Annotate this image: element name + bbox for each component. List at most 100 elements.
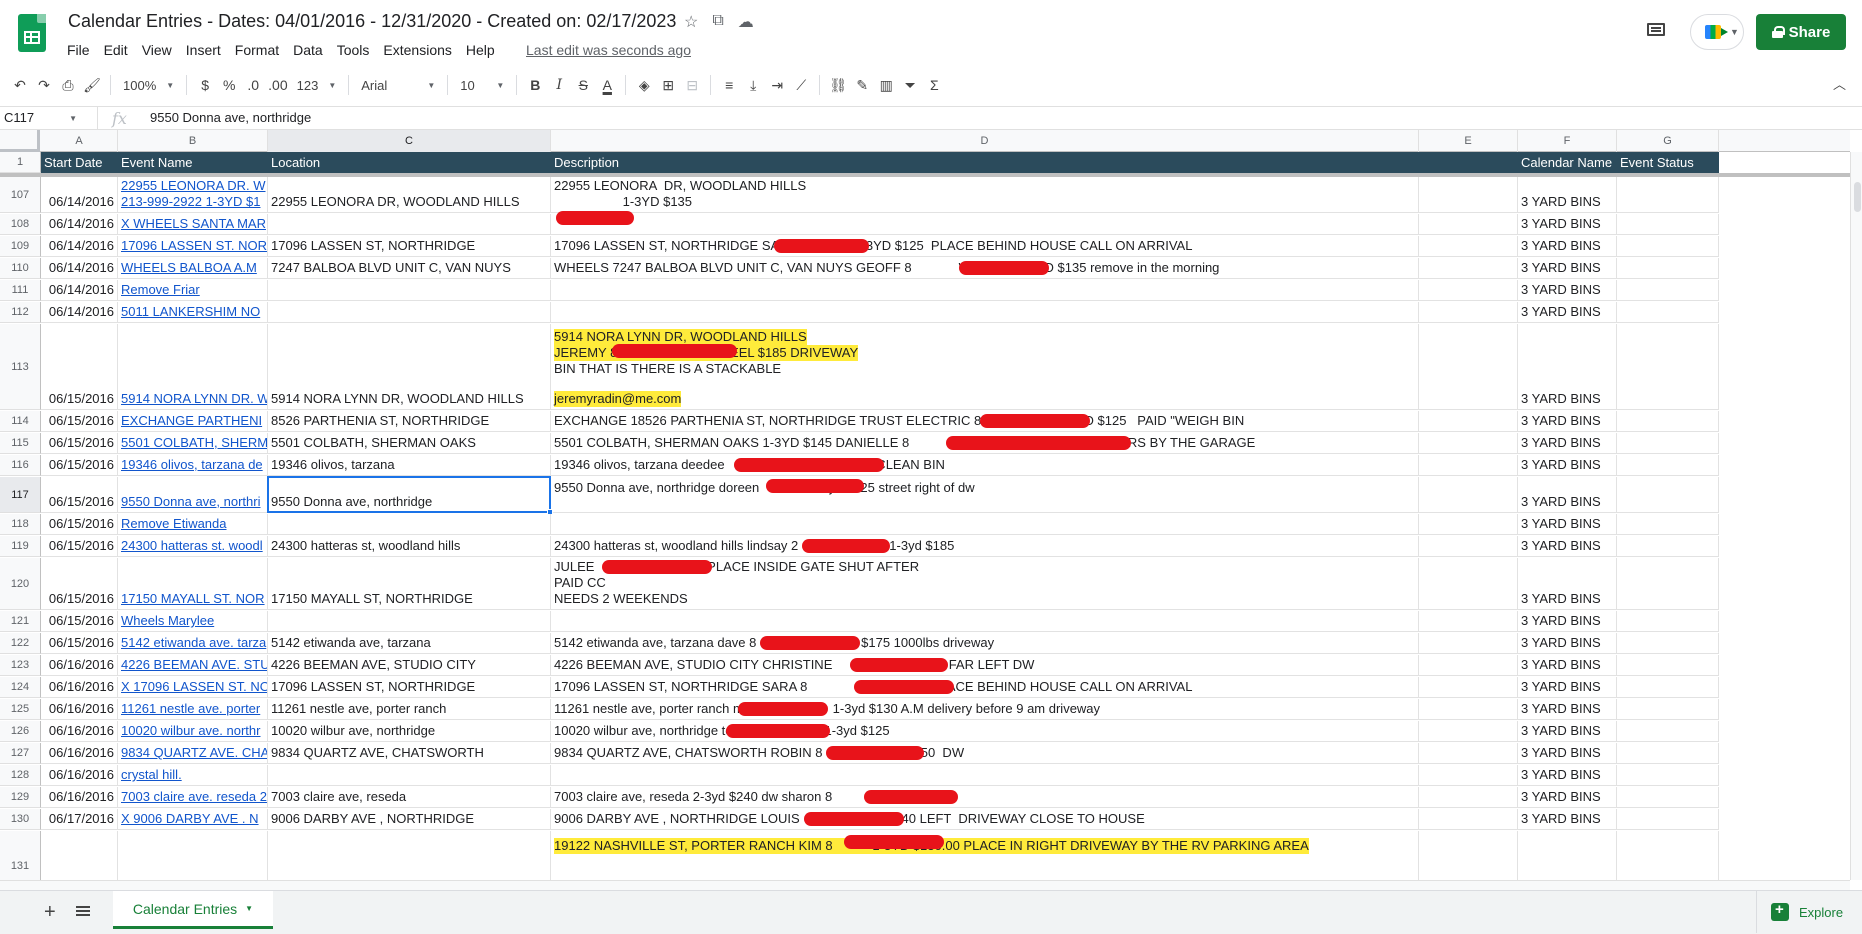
text-rotation-icon[interactable]: ⟋ [789, 73, 813, 97]
empty-cell[interactable] [1419, 765, 1518, 785]
event-status-cell[interactable] [1617, 699, 1719, 719]
empty-cell[interactable] [1419, 611, 1518, 631]
location-cell[interactable] [268, 302, 551, 322]
sheet-tab-calendar-entries[interactable]: Calendar Entries ▼ [113, 891, 273, 929]
event-status-cell[interactable] [1617, 765, 1719, 785]
event-name-cell[interactable]: 5914 NORA LYNN DR. W [118, 324, 268, 409]
calendar-name-cell[interactable]: 3 YARD BINS [1518, 699, 1617, 719]
increase-decimal-button[interactable]: .00 [265, 73, 290, 97]
event-name-cell[interactable]: 22955 LEONORA DR. W 213-999-2922 1-3YD $1 [118, 177, 268, 212]
percent-format-button[interactable]: % [217, 73, 241, 97]
location-cell[interactable]: 4226 BEEMAN AVE, STUDIO CITY [268, 655, 551, 675]
location-cell[interactable]: 17096 LASSEN ST, NORTHRIDGE [268, 677, 551, 697]
calendar-name-cell[interactable]: 3 YARD BINS [1518, 536, 1617, 556]
column-header-a[interactable]: A [41, 130, 118, 152]
event-status-cell[interactable] [1617, 831, 1719, 880]
description-cell[interactable]: 17096 LASSEN ST, NORTHRIDGE SARA 8 1-3YD… [551, 236, 1419, 256]
filter-icon[interactable]: ⏷ [898, 73, 922, 97]
description-cell[interactable]: 24300 hatteras st, woodland hills lindsa… [551, 536, 1419, 556]
description-cell[interactable]: 7003 claire ave, reseda 2-3yd $240 dw sh… [551, 787, 1419, 807]
functions-icon[interactable]: Σ [922, 73, 946, 97]
event-status-cell[interactable] [1617, 214, 1719, 234]
calendar-name-cell[interactable]: 3 YARD BINS [1518, 765, 1617, 785]
row-header[interactable]: 116 [0, 455, 41, 476]
row-header[interactable]: 131 [0, 831, 41, 880]
empty-cell[interactable] [1419, 477, 1518, 512]
event-link[interactable]: WHEELS BALBOA A.M [121, 260, 264, 276]
comment-history-button[interactable] [1642, 18, 1670, 44]
event-status-cell[interactable] [1617, 177, 1719, 212]
start-date-cell[interactable]: 06/17/2016 [41, 831, 118, 880]
row-header[interactable]: 124 [0, 677, 41, 698]
row-header[interactable]: 128 [0, 765, 41, 786]
text-wrapping-icon[interactable]: ⇥ [765, 73, 789, 97]
event-name-cell[interactable]: 7003 claire ave. reseda 2 [118, 787, 268, 807]
event-link[interactable]: 19346 olivos, tarzana de [121, 457, 264, 473]
event-name-cell[interactable]: 4226 BEEMAN AVE. STU [118, 655, 268, 675]
event-name-cell[interactable]: EXCHANGE PARTHENI [118, 411, 268, 431]
row-header[interactable]: 122 [0, 633, 41, 654]
currency-format-button[interactable]: $ [193, 73, 217, 97]
horizontal-scrollbar[interactable] [0, 880, 1850, 890]
number-format-select[interactable]: 123 ▼ [291, 73, 343, 97]
location-cell[interactable]: 7247 BALBOA BLVD UNIT C, VAN NUYS [268, 258, 551, 278]
description-cell[interactable] [551, 302, 1419, 322]
header-cell[interactable]: Event Status [1617, 152, 1719, 173]
empty-cell[interactable] [1419, 809, 1518, 829]
menu-format[interactable]: Format [228, 40, 286, 60]
share-button[interactable]: Share [1756, 14, 1846, 50]
bold-button[interactable]: B [523, 73, 547, 97]
zoom-select[interactable]: 100% ▼ [117, 73, 180, 97]
empty-cell[interactable] [1419, 743, 1518, 763]
explore-button[interactable]: Explore [1756, 891, 1862, 933]
empty-cell[interactable] [1419, 514, 1518, 534]
event-link[interactable]: 22955 LEONORA DR. W [121, 178, 266, 194]
vertical-align-icon[interactable]: ⤓ [741, 73, 765, 97]
event-link[interactable]: 5914 NORA LYNN DR. W [121, 391, 267, 407]
empty-cell[interactable] [1419, 787, 1518, 807]
undo-icon[interactable]: ↶ [8, 73, 32, 97]
event-status-cell[interactable] [1617, 302, 1719, 322]
location-cell[interactable]: 8526 PARTHENIA ST, NORTHRIDGE [268, 411, 551, 431]
event-name-cell[interactable]: X WHEELS SANTA MAR [118, 214, 268, 234]
location-cell[interactable]: 9834 QUARTZ AVE, CHATSWORTH [268, 743, 551, 763]
description-cell[interactable] [551, 514, 1419, 534]
event-name-cell[interactable]: 24300 hatteras st. woodl [118, 536, 268, 556]
empty-cell[interactable] [1419, 455, 1518, 475]
paint-format-icon[interactable]: 🖌 [80, 73, 104, 97]
empty-cell[interactable] [1419, 214, 1518, 234]
event-name-cell[interactable]: 10020 wilbur ave. northr [118, 721, 268, 741]
event-status-cell[interactable] [1617, 558, 1719, 609]
location-cell[interactable]: 11261 nestle ave, porter ranch [268, 699, 551, 719]
location-cell[interactable]: 17096 LASSEN ST, NORTHRIDGE [268, 236, 551, 256]
description-cell[interactable] [551, 280, 1419, 300]
start-date-cell[interactable]: 06/14/2016 [41, 302, 118, 322]
all-sheets-icon[interactable] [76, 904, 90, 918]
event-link[interactable]: 5142 etiwanda ave. tarza [121, 635, 266, 651]
event-name-cell[interactable]: 9834 QUARTZ AVE. CHA [118, 743, 268, 763]
event-link[interactable]: 24300 hatteras st. woodl [121, 538, 264, 554]
row-header[interactable]: 129 [0, 787, 41, 808]
start-date-cell[interactable]: 06/15/2016 [41, 633, 118, 653]
event-link[interactable]: 4226 BEEMAN AVE. STU [121, 657, 267, 673]
start-date-cell[interactable]: 06/16/2016 [41, 699, 118, 719]
borders-icon[interactable]: ⊞ [656, 73, 680, 97]
location-cell[interactable]: 19122 NASHVILLE ST, PORTER RANCH [268, 831, 551, 880]
move-folder-icon[interactable]: ⧉ [712, 12, 723, 32]
calendar-name-cell[interactable]: 3 YARD BINS [1518, 477, 1617, 512]
calendar-name-cell[interactable]: 3 YARD BINS [1518, 677, 1617, 697]
event-status-cell[interactable] [1617, 514, 1719, 534]
font-size-select[interactable]: 10 ▼ [454, 73, 510, 97]
event-status-cell[interactable] [1617, 809, 1719, 829]
row-header[interactable]: 108 [0, 214, 41, 235]
row-header[interactable]: 111 [0, 280, 41, 301]
calendar-name-cell[interactable]: 3 YARD BINS [1518, 721, 1617, 741]
start-date-cell[interactable]: 06/15/2016 [41, 558, 118, 609]
start-date-cell[interactable]: 06/16/2016 [41, 743, 118, 763]
header-cell[interactable] [1419, 152, 1518, 173]
calendar-name-cell[interactable]: 3 YARD BINS [1518, 302, 1617, 322]
event-name-cell[interactable]: 17096 LASSEN ST. NOR [118, 236, 268, 256]
header-cell[interactable]: Description [551, 152, 1419, 173]
horizontal-align-icon[interactable]: ≡ [717, 73, 741, 97]
row-header[interactable]: 1 [0, 152, 41, 173]
